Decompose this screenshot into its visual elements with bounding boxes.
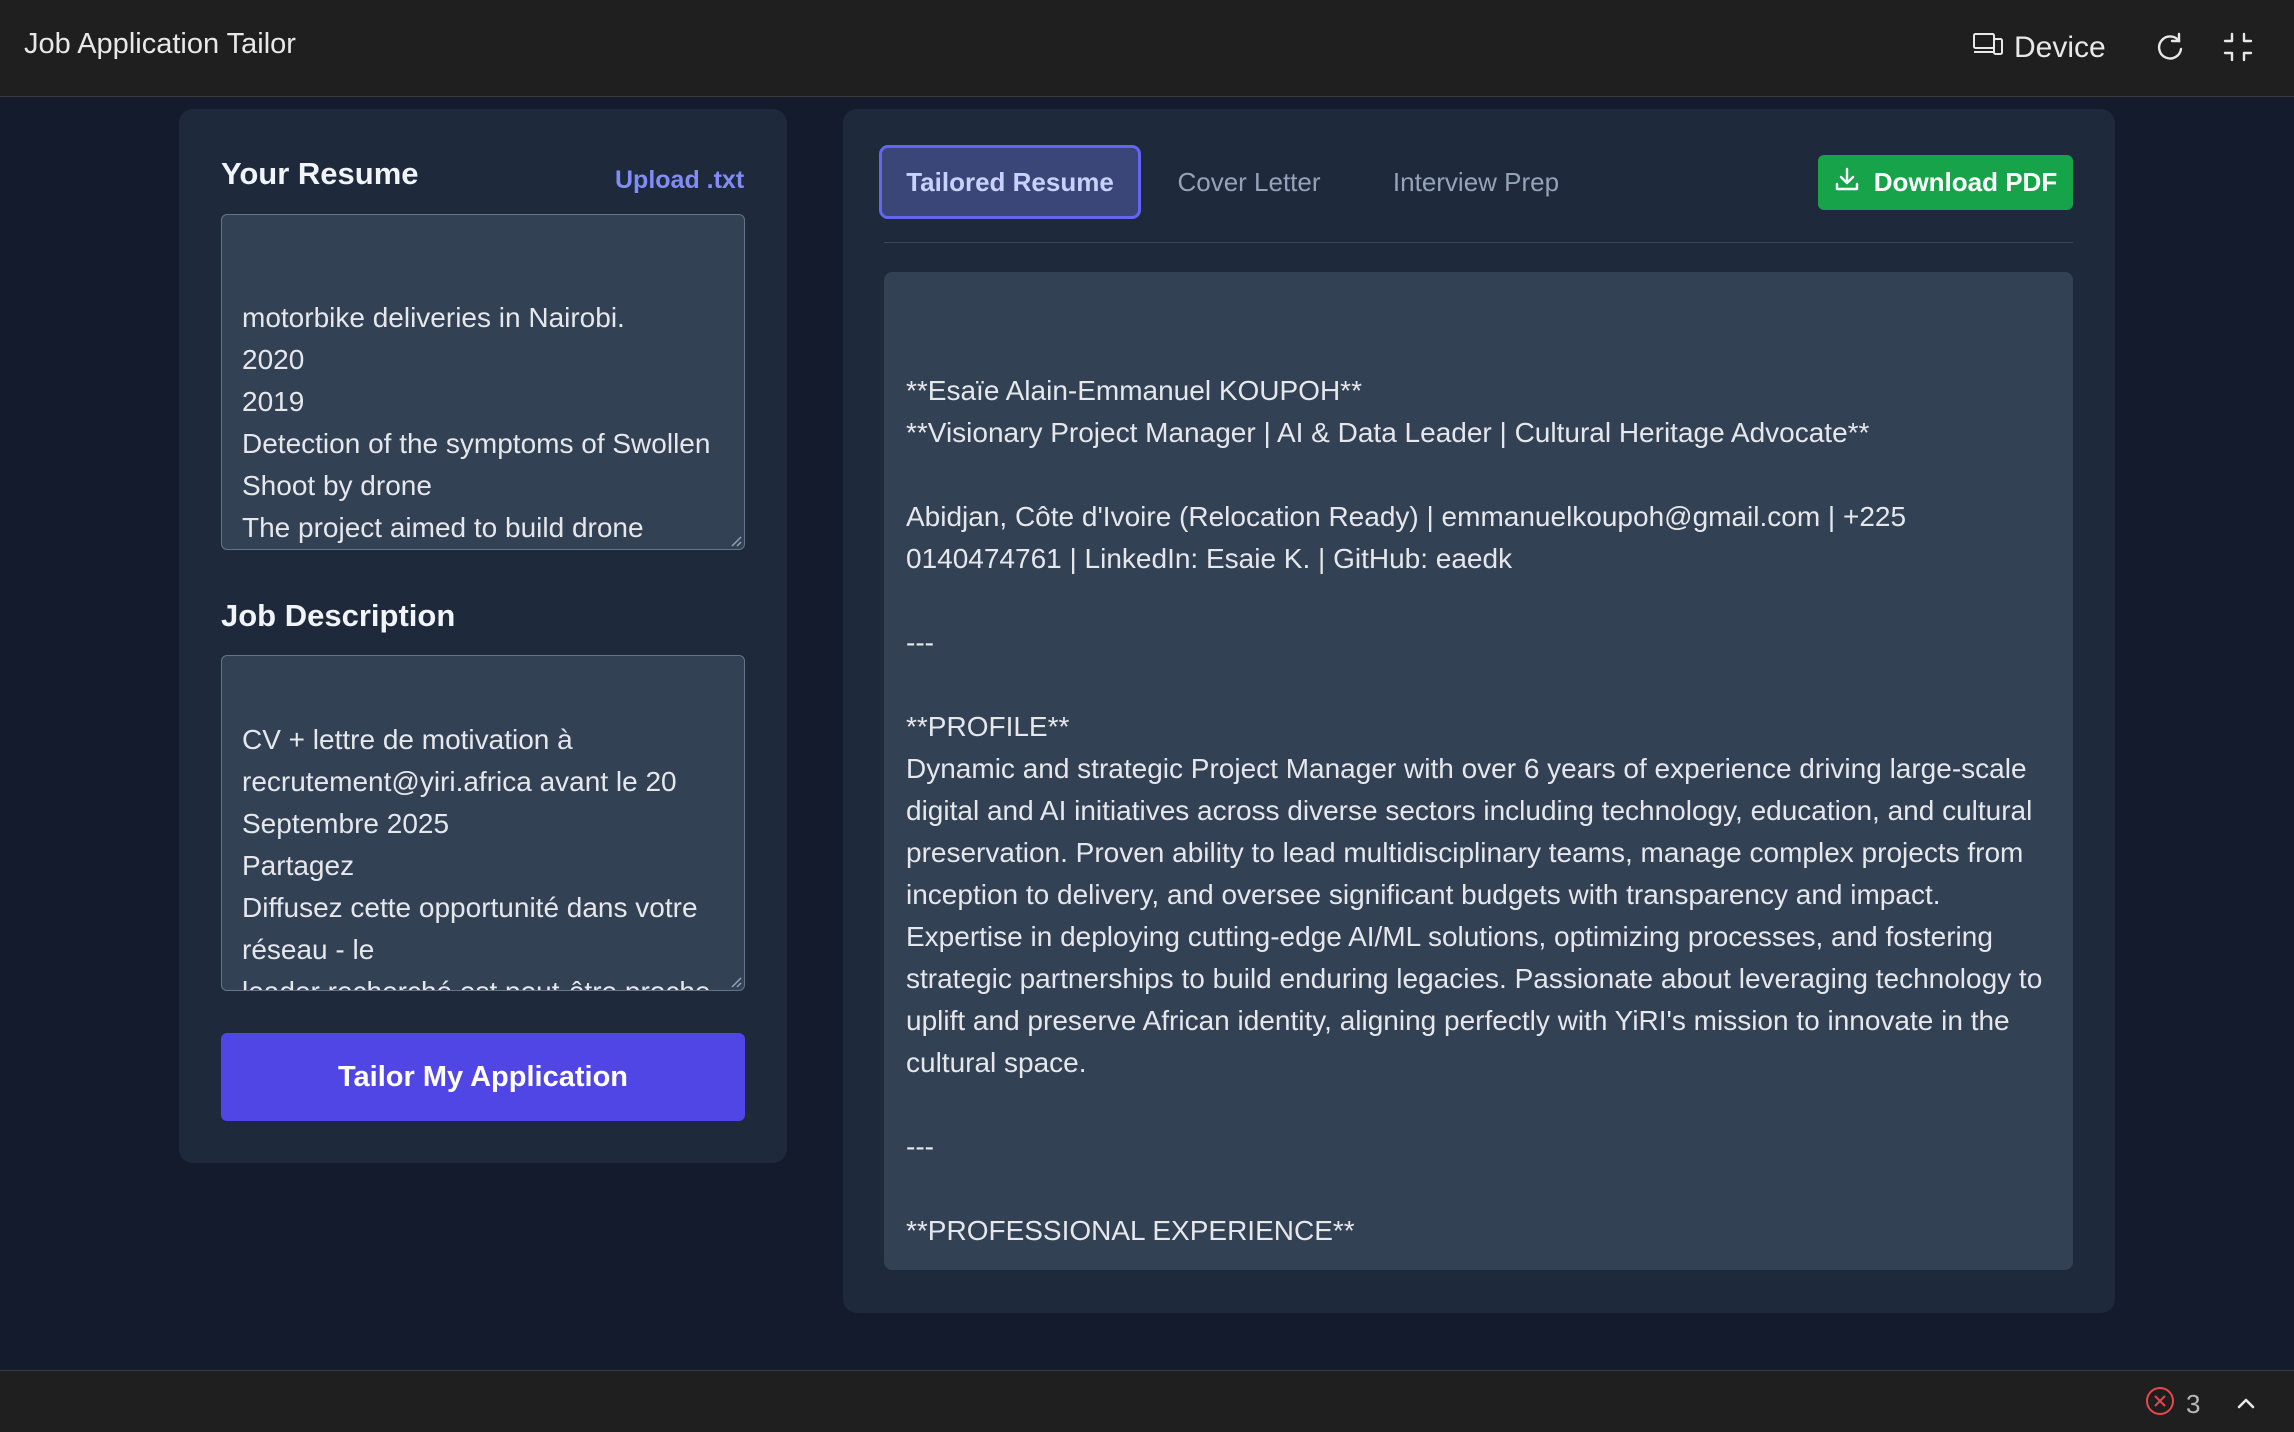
download-pdf-button[interactable]: Download PDF xyxy=(1818,155,2073,210)
refresh-icon[interactable] xyxy=(2153,30,2187,64)
device-label: Device xyxy=(2014,31,2106,64)
tab-divider xyxy=(884,242,2073,243)
error-count: 3 xyxy=(2186,1389,2201,1419)
error-indicator[interactable]: 3 xyxy=(2144,1385,2200,1424)
resume-text: motorbike deliveries in Nairobi. 2020 20… xyxy=(242,302,711,543)
top-bar: Job Application Tailor Device xyxy=(0,0,2294,97)
upload-txt-link[interactable]: Upload .txt xyxy=(615,166,744,195)
job-description-textarea[interactable]: CV + lettre de motivation à recrutement@… xyxy=(221,655,745,991)
tailored-resume-text: **Esaïe Alain-Emmanuel KOUPOH** **Vision… xyxy=(906,375,2043,1246)
job-description-title: Job Description xyxy=(221,598,456,633)
job-description-text: CV + lettre de motivation à recrutement@… xyxy=(242,724,711,990)
device-button[interactable]: Device xyxy=(1972,26,2106,70)
status-bar: 3 xyxy=(0,1370,2294,1432)
download-pdf-label: Download PDF xyxy=(1873,167,2058,197)
device-icon xyxy=(1972,28,2004,68)
chevron-up-icon[interactable] xyxy=(2232,1389,2260,1417)
tailor-application-button[interactable]: Tailor My Application xyxy=(221,1033,745,1121)
tab-interview-prep[interactable]: Interview Prep xyxy=(1378,145,1574,219)
tab-tailored-resume[interactable]: Tailored Resume xyxy=(879,145,1141,219)
resize-grip-icon[interactable] xyxy=(728,533,742,547)
resize-grip-icon[interactable] xyxy=(728,974,742,988)
error-icon xyxy=(2144,1385,2176,1424)
tailored-resume-output[interactable]: **Esaïe Alain-Emmanuel KOUPOH** **Vision… xyxy=(884,272,2073,1270)
download-icon xyxy=(1834,166,1860,199)
resume-textarea[interactable]: motorbike deliveries in Nairobi. 2020 20… xyxy=(221,214,745,550)
collapse-icon[interactable] xyxy=(2221,30,2255,64)
app-title: Job Application Tailor xyxy=(24,28,296,60)
resume-title: Your Resume xyxy=(221,156,419,191)
tab-cover-letter[interactable]: Cover Letter xyxy=(1158,145,1340,219)
